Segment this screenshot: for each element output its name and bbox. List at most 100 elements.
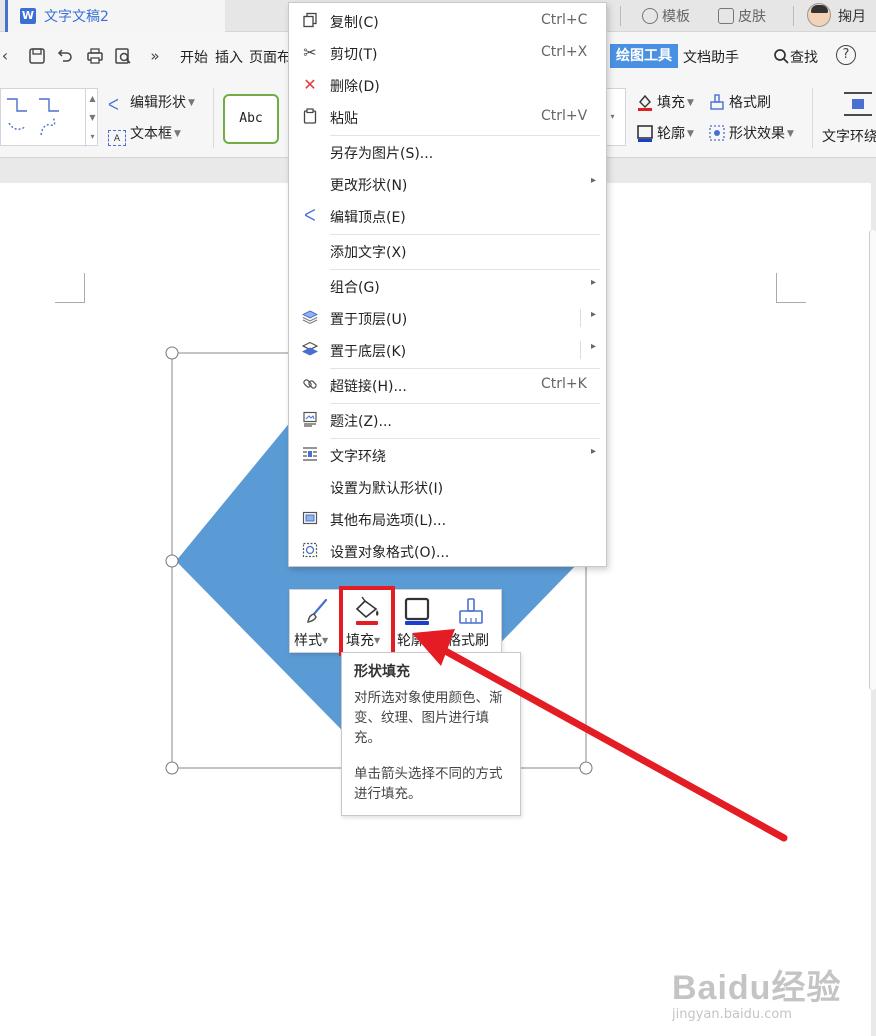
copy-icon: [301, 12, 319, 30]
menu-item-change-shape[interactable]: 更改形状(N) ▸: [289, 169, 606, 199]
fill-bucket-icon: [638, 94, 652, 111]
help-icon[interactable]: ?: [836, 45, 856, 65]
tab-insert[interactable]: 插入: [215, 47, 243, 67]
avatar[interactable]: [807, 3, 831, 27]
submenu-arrow-icon[interactable]: ▸: [591, 309, 596, 320]
more-icon[interactable]: »: [146, 47, 164, 65]
tooltip-body: 对所选对象使用颜色、渐变、纹理、图片进行填充。: [354, 690, 503, 746]
format-painter-button[interactable]: 格式刷: [447, 590, 499, 654]
resize-handle[interactable]: [165, 554, 179, 568]
ribbon-divider: [213, 88, 214, 148]
menu-separator: [330, 269, 600, 270]
outline-icon: [404, 597, 430, 625]
outline-icon: [637, 125, 653, 142]
shirt-icon: [718, 8, 734, 24]
submenu-arrow-icon: ▸: [591, 175, 597, 186]
document-name: 文字文稿2: [44, 9, 109, 25]
page-corner-mark: [55, 273, 85, 303]
menu-item-text-wrap[interactable]: 文字环绕 ▸: [289, 440, 606, 470]
caption-icon: [301, 411, 319, 429]
templates-button[interactable]: 模板: [642, 6, 690, 26]
outline-button[interactable]: 轮廓▼: [397, 590, 441, 654]
tooltip-title: 形状填充: [354, 664, 410, 680]
format-painter-icon: [459, 598, 483, 624]
edit-points-icon: ᐸ: [304, 206, 316, 225]
menu-separator: [330, 438, 600, 439]
resize-handle[interactable]: [579, 761, 593, 775]
gallery-scroll[interactable]: ▲ ▼ ▾: [85, 89, 99, 147]
hyperlink-icon: [301, 376, 319, 394]
watermark-logo: Baidu经验: [672, 969, 842, 1007]
menu-item-caption[interactable]: 题注(Z)...: [289, 405, 606, 435]
watermark: Baidu经验 jingyan.baidu.com: [672, 960, 841, 1022]
edit-shape-icon: ᐸ: [108, 96, 119, 114]
text-box-button[interactable]: A 文本框 ▼: [108, 123, 181, 146]
menu-item-cut[interactable]: ✂ 剪切(T) Ctrl+X: [289, 38, 606, 68]
skins-button[interactable]: 皮肤: [718, 6, 766, 26]
tab-drawing-tools[interactable]: 绘图工具: [610, 44, 678, 68]
paste-icon: [301, 108, 319, 126]
print-icon[interactable]: [86, 47, 104, 65]
menu-item-delete[interactable]: ✕ 删除(D): [289, 70, 606, 100]
format-painter-button[interactable]: 格式刷: [708, 92, 771, 112]
ribbon-divider: [812, 88, 813, 148]
search-button[interactable]: 查找: [773, 47, 818, 67]
title-separator: [620, 6, 621, 26]
menu-separator: [330, 135, 600, 136]
fill-tooltip: 形状填充 对所选对象使用颜色、渐变、纹理、图片进行填充。 单击箭头选择不同的方式…: [341, 652, 521, 816]
outline-button[interactable]: 轮廓▼: [636, 123, 694, 143]
brush-icon: [307, 598, 328, 623]
menu-item-bring-to-front[interactable]: 置于顶层(U) ▸: [289, 303, 606, 333]
menu-item-save-as-picture[interactable]: 另存为图片(S)...: [289, 137, 606, 167]
page-corner-mark: [776, 273, 806, 303]
connector-shapes-icon: [7, 98, 59, 136]
style-button[interactable]: 样式▼: [294, 590, 338, 654]
chevron-left-icon[interactable]: ‹: [0, 47, 14, 65]
template-icon: [642, 8, 658, 24]
tab-document-assistant[interactable]: 文档助手: [683, 47, 739, 67]
shape-effects-icon: [709, 125, 725, 141]
shape-effects-button[interactable]: 形状效果 ▼: [708, 123, 794, 143]
text-wrap-button[interactable]: 文字环绕: [822, 126, 876, 146]
menu-item-copy[interactable]: 复制(C) Ctrl+C: [289, 6, 606, 36]
menu-separator: [330, 234, 600, 235]
text-wrap-icon: [301, 446, 319, 464]
menu-item-hyperlink[interactable]: 超链接(H)... Ctrl+K: [289, 370, 606, 400]
menu-item-format-object[interactable]: 设置对象格式(O)...: [289, 536, 606, 566]
delete-icon: ✕: [303, 75, 317, 94]
menu-item-set-default-shape[interactable]: 设置为默认形状(I): [289, 472, 606, 502]
search-icon: [774, 49, 789, 64]
menu-item-send-to-back[interactable]: 置于底层(K) ▸: [289, 335, 606, 365]
document-tab[interactable]: W 文字文稿2: [5, 0, 225, 32]
format-object-icon: [301, 542, 319, 560]
shape-style-sample[interactable]: Abc: [223, 94, 279, 144]
scissors-icon: ✂: [303, 43, 317, 62]
save-icon[interactable]: [28, 47, 46, 65]
vertical-scrollbar[interactable]: [869, 230, 876, 690]
resize-handle[interactable]: [165, 346, 179, 360]
fill-button[interactable]: 填充▼: [636, 92, 694, 112]
menu-separator: [330, 403, 600, 404]
submenu-arrow-icon: ▸: [591, 277, 597, 288]
title-separator: [793, 6, 794, 26]
writer-icon: W: [20, 8, 36, 24]
menu-item-group[interactable]: 组合(G) ▸: [289, 271, 606, 301]
fill-highlight-box: [339, 586, 395, 656]
menu-item-add-text[interactable]: 添加文字(X): [289, 236, 606, 266]
menu-separator: [330, 368, 600, 369]
menu-item-layout-options[interactable]: 其他布局选项(L)...: [289, 504, 606, 534]
brush-icon: [710, 94, 724, 110]
print-preview-icon[interactable]: [114, 47, 132, 65]
menu-item-paste[interactable]: 粘贴 Ctrl+V: [289, 102, 606, 132]
edit-shape-button[interactable]: ᐸ 编辑形状 ▼: [108, 92, 195, 113]
tab-page-layout[interactable]: 页面布: [249, 47, 291, 67]
menu-item-edit-points[interactable]: ᐸ 编辑顶点(E): [289, 201, 606, 231]
user-name[interactable]: 掬月: [838, 6, 866, 26]
submenu-arrow-icon[interactable]: ▸: [591, 341, 596, 352]
undo-icon[interactable]: [56, 47, 74, 65]
watermark-site: jingyan.baidu.com: [672, 1007, 792, 1022]
shape-gallery[interactable]: ▲ ▼ ▾: [0, 88, 99, 147]
text-wrap-icon[interactable]: [844, 92, 872, 116]
tab-home[interactable]: 开始: [180, 47, 208, 67]
resize-handle[interactable]: [165, 761, 179, 775]
